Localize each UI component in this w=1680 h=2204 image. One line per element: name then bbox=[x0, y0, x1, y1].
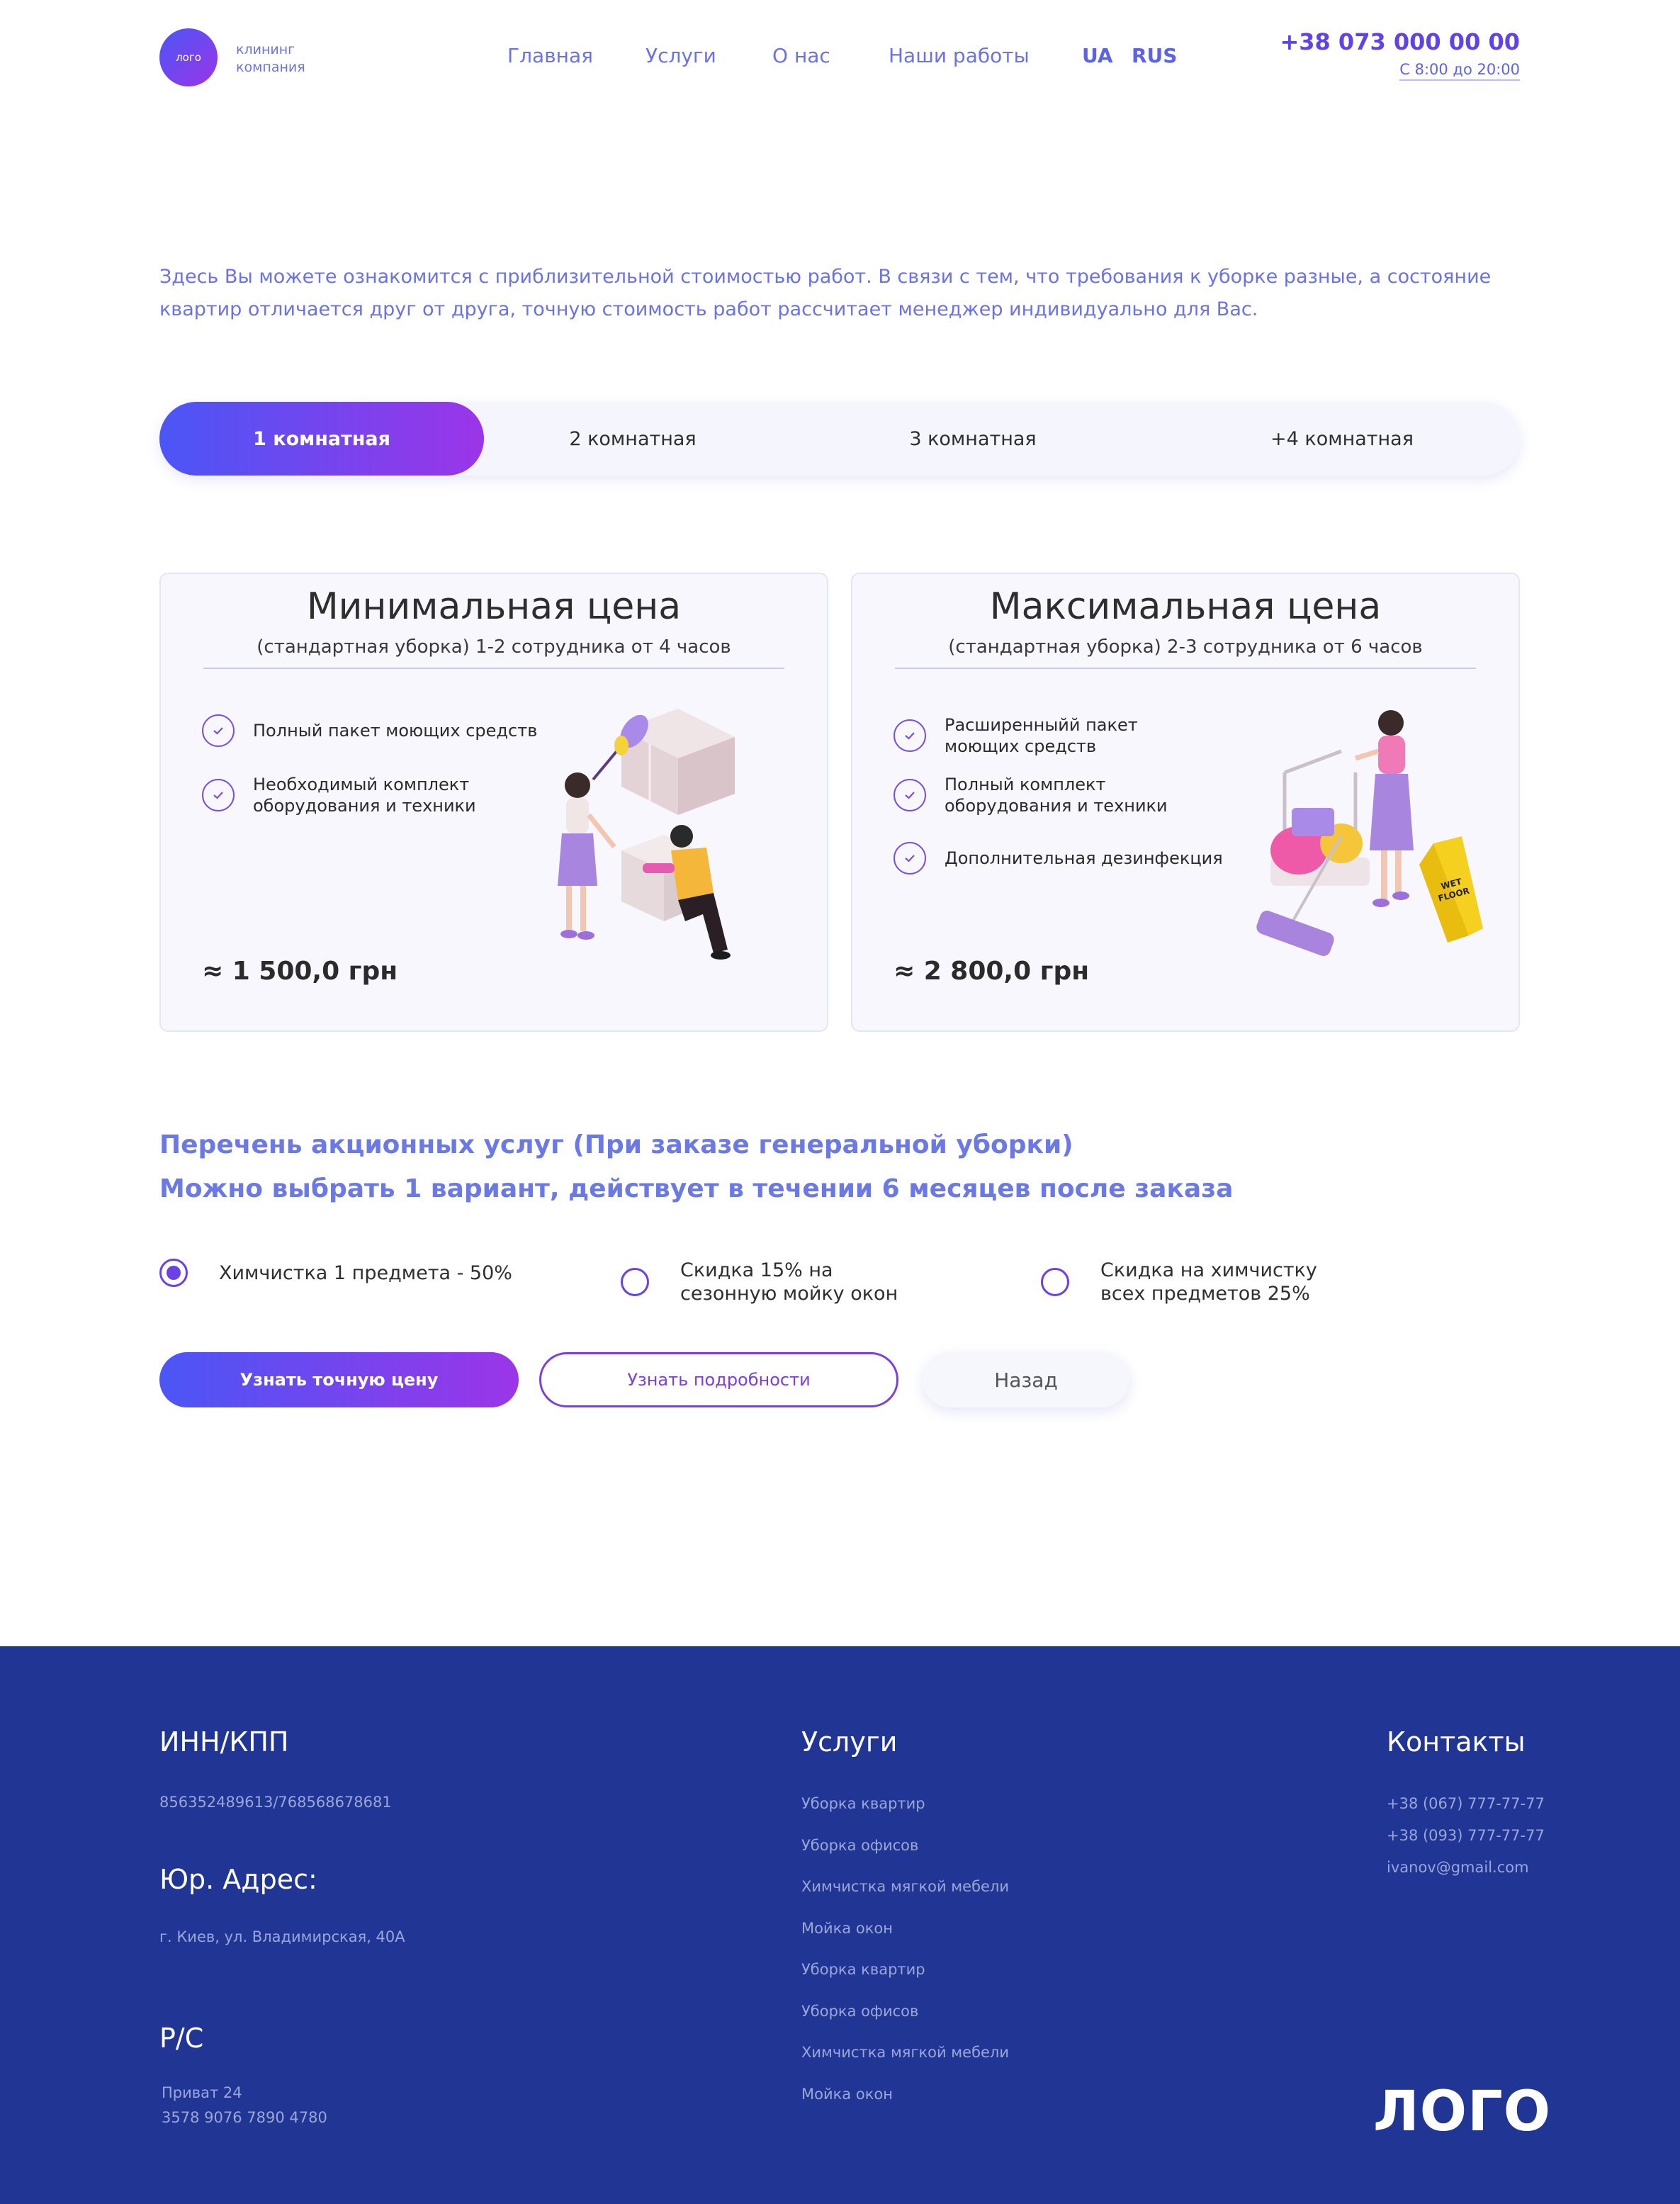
footer-service-link[interactable]: Уборка квартир bbox=[801, 1959, 1009, 2001]
tab-2-rooms[interactable]: 2 комнатная bbox=[484, 402, 782, 476]
feature-text: Необходимый комплект оборудования и техн… bbox=[253, 775, 476, 816]
tab-4plus-rooms[interactable]: +4 комнатная bbox=[1164, 402, 1520, 476]
footer-service-link[interactable]: Уборка квартир bbox=[801, 1793, 1009, 1835]
footer-email[interactable]: ivanov@gmail.com bbox=[1387, 1857, 1545, 1889]
nav-link-works[interactable]: Наши работы bbox=[889, 44, 1030, 67]
check-icon bbox=[202, 714, 235, 747]
learn-more-button[interactable]: Узнать подробности bbox=[539, 1352, 898, 1407]
footer-address-heading: Юр. Адрес: bbox=[159, 1864, 317, 1895]
promo-option-2[interactable]: Скидка 15% на сезонную мойку окон bbox=[621, 1259, 898, 1305]
promo-option-label: Скидка на химчистку всех предметов 25% bbox=[1100, 1259, 1317, 1305]
footer-service-link[interactable]: Химчистка мягкой мебели bbox=[801, 1876, 1009, 1918]
footer-account-heading: Р/С bbox=[159, 2023, 204, 2054]
tab-3-rooms[interactable]: 3 комнатная bbox=[782, 402, 1164, 476]
footer-service-link[interactable]: Мойка окон bbox=[801, 2084, 1009, 2125]
footer-services-heading: Услуги bbox=[801, 1726, 898, 1758]
tab-1-room[interactable]: 1 комнатная bbox=[159, 402, 484, 476]
footer-services-list: Уборка квартир Уборка офисов Химчистка м… bbox=[801, 1793, 1009, 2125]
footer-phone-1[interactable]: +38 (067) 777-77-77 bbox=[1387, 1793, 1545, 1825]
working-hours: С 8:00 до 20:00 bbox=[1399, 61, 1520, 81]
footer-address-value: г. Киев, ул. Владимирская, 40А bbox=[159, 1928, 405, 1945]
header-phone[interactable]: +38 073 000 00 00 bbox=[1280, 28, 1520, 55]
nav-link-about[interactable]: О нас bbox=[772, 44, 830, 67]
promo-heading: Перечень акционных услуг (При заказе ген… bbox=[159, 1123, 1233, 1211]
feature-item: Полный комплект оборудования и техники bbox=[893, 774, 1168, 816]
card-title: Минимальная цена bbox=[306, 585, 682, 628]
check-icon bbox=[202, 779, 235, 811]
promo-option-label: Скидка 15% на сезонную мойку окон bbox=[680, 1259, 898, 1305]
feature-text: Дополнительная дезинфекция bbox=[945, 848, 1223, 868]
cleaning-couple-illustration bbox=[558, 709, 735, 960]
promo-option-1[interactable]: Химчистка 1 предмета - 50% bbox=[159, 1259, 512, 1287]
promo-option-3[interactable]: Скидка на химчистку всех предметов 25% bbox=[1041, 1259, 1317, 1305]
nav-link-services[interactable]: Услуги bbox=[645, 44, 716, 67]
promo-title-line2: Можно выбрать 1 вариант, действует в теч… bbox=[159, 1174, 1234, 1203]
radio-icon[interactable] bbox=[621, 1268, 649, 1296]
footer-account-bank: Приват 24 bbox=[162, 2084, 242, 2101]
logo-caption: клининг компания bbox=[236, 42, 305, 75]
check-icon bbox=[893, 719, 926, 752]
check-icon bbox=[893, 842, 926, 875]
footer-service-link[interactable]: Уборка офисов bbox=[801, 2001, 1009, 2042]
logo-mark[interactable]: лого bbox=[159, 28, 218, 86]
footer-inn-value: 856352489613/768568678681 bbox=[159, 1794, 392, 1811]
feature-text: Полный комплект оборудования и техники bbox=[945, 775, 1168, 816]
feature-item: Полный пакет моющих средств bbox=[202, 714, 537, 747]
card-min-price: Минимальная цена (стандартная уборка) 1-… bbox=[159, 573, 828, 1032]
footer-logo[interactable]: ЛОГО bbox=[1373, 2080, 1551, 2144]
radio-selected-dot bbox=[167, 1266, 181, 1280]
room-tabs: 1 комнатная 2 комнатная 3 комнатная +4 к… bbox=[159, 402, 1520, 476]
card-subtitle: (стандартная уборка) 1-2 сотрудника от 4… bbox=[256, 636, 731, 658]
nav-link-home[interactable]: Главная bbox=[507, 44, 593, 67]
radio-icon[interactable] bbox=[159, 1259, 188, 1287]
logo-mark-text: лого bbox=[176, 51, 201, 64]
footer-service-link[interactable]: Химчистка мягкой мебели bbox=[801, 2042, 1009, 2084]
divider bbox=[203, 668, 784, 669]
promo-option-label: Химчистка 1 предмета - 50% bbox=[219, 1261, 512, 1284]
card-subtitle: (стандартная уборка) 2-3 сотрудника от 6… bbox=[948, 636, 1423, 658]
radio-icon[interactable] bbox=[1041, 1268, 1069, 1296]
footer-service-link[interactable]: Мойка окон bbox=[801, 1918, 1009, 1960]
divider bbox=[895, 668, 1476, 669]
intro-text: Здесь Вы можете ознакомится с приблизите… bbox=[159, 266, 1492, 320]
get-exact-price-button[interactable]: Узнать точную цену bbox=[159, 1352, 519, 1407]
card-title: Максимальная цена bbox=[989, 585, 1382, 628]
footer-inn-heading: ИНН/КПП bbox=[159, 1726, 289, 1758]
lang-rus[interactable]: RUS bbox=[1132, 44, 1177, 67]
card-max-price: Максимальная цена (стандартная уборка) 2… bbox=[851, 573, 1520, 1032]
footer-contacts-heading: Контакты bbox=[1387, 1726, 1526, 1758]
promo-title-line1: Перечень акционных услуг (При заказе ген… bbox=[159, 1130, 1073, 1159]
feature-text: Полный пакет моющих средств bbox=[253, 721, 538, 741]
footer-contacts-list: +38 (067) 777-77-77 +38 (093) 777-77-77 … bbox=[1387, 1793, 1545, 1889]
feature-item: Дополнительная дезинфекция bbox=[893, 842, 1223, 875]
feature-item: Расширенныйй пакет моющих средств bbox=[893, 714, 1138, 757]
back-button[interactable]: Назад bbox=[923, 1352, 1129, 1407]
cleaning-cart-illustration: WET FLOOR bbox=[1256, 710, 1483, 956]
price-min: ≈ 1 500,0 грн bbox=[202, 957, 398, 986]
price-max: ≈ 2 800,0 грн bbox=[893, 957, 1090, 986]
lang-ua[interactable]: UA bbox=[1082, 44, 1113, 67]
feature-text: Расширенныйй пакет моющих средств bbox=[945, 715, 1138, 756]
footer-account-number: 3578 9076 7890 4780 bbox=[162, 2109, 327, 2126]
footer-service-link[interactable]: Уборка офисов bbox=[801, 1835, 1009, 1877]
feature-item: Необходимый комплект оборудования и техн… bbox=[202, 774, 476, 816]
footer-phone-2[interactable]: +38 (093) 777-77-77 bbox=[1387, 1825, 1545, 1857]
check-icon bbox=[893, 779, 926, 811]
